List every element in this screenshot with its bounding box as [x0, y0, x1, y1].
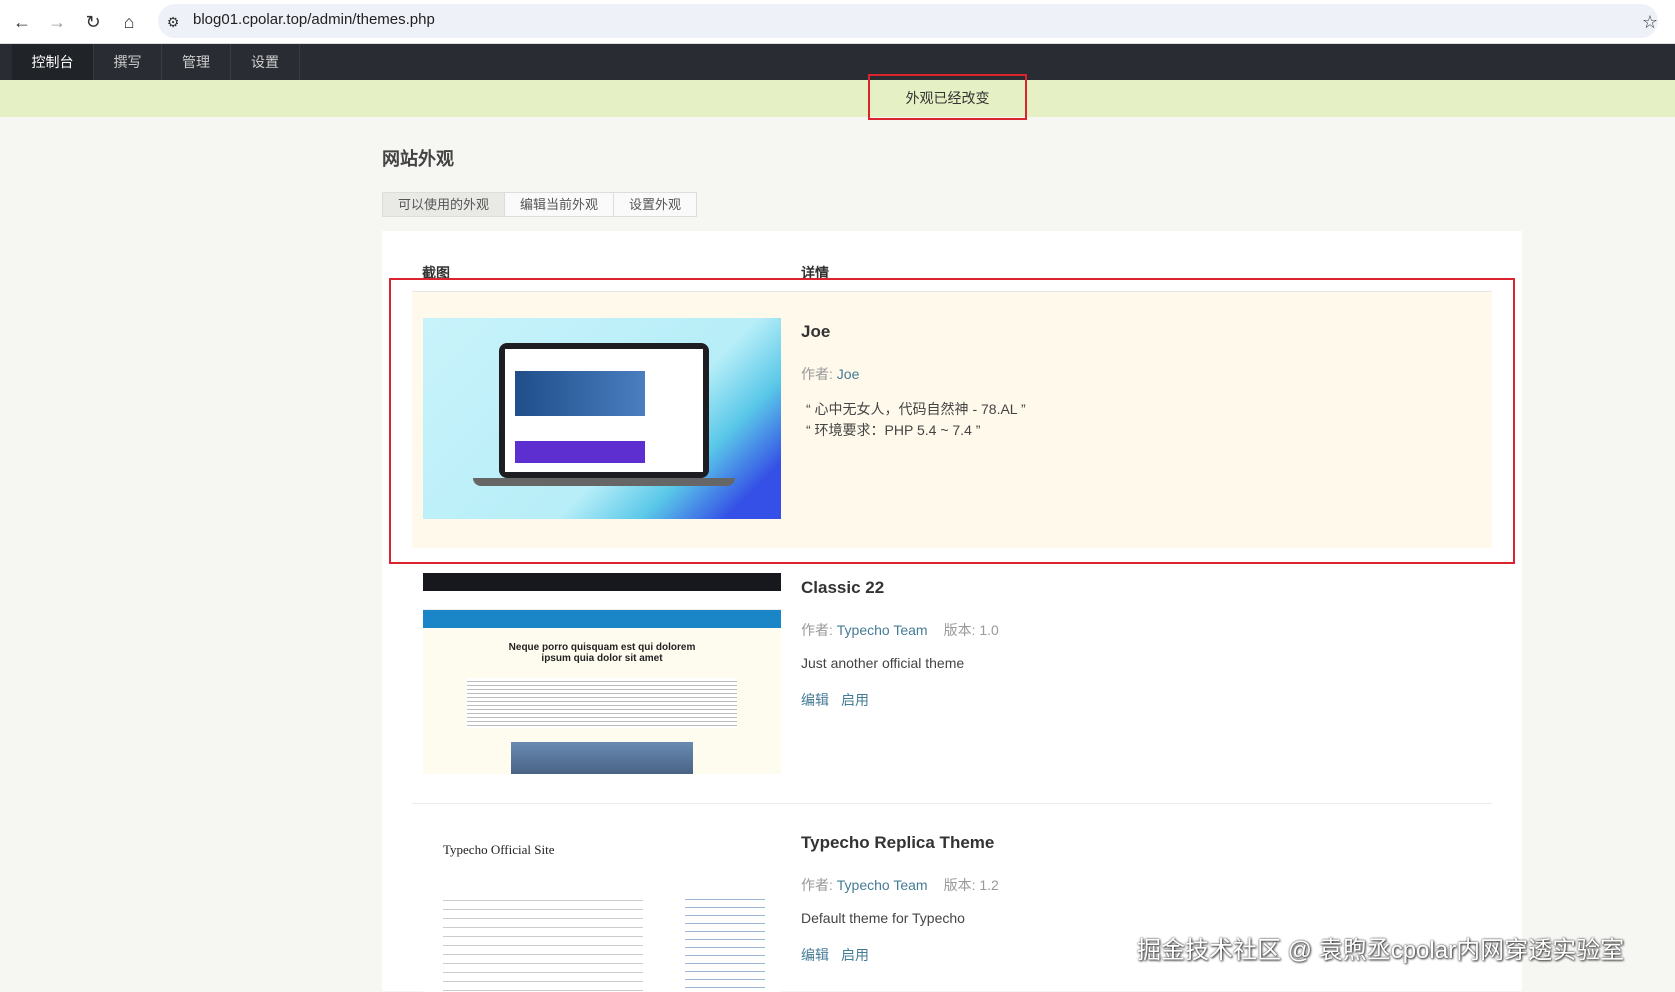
tab-available-themes[interactable]: 可以使用的外观 — [383, 193, 506, 216]
highlight-box — [868, 74, 1027, 120]
home-icon[interactable]: ⌂ — [115, 8, 143, 36]
reload-icon[interactable]: ↻ — [79, 8, 107, 36]
thumb-title: Neque porro quisquam est qui dolorem ips… — [508, 642, 696, 664]
thumb-title: Typecho Official Site — [443, 842, 555, 857]
author-link[interactable]: Typecho Team — [837, 622, 928, 638]
watermark: 掘金技术社区 @ 袁煦丞cpolar内网穿透实验室 — [1137, 937, 1625, 964]
author-label: 作者: — [801, 622, 837, 638]
theme-desc: Default theme for Typecho — [801, 910, 965, 926]
nav-manage[interactable]: 管理 — [162, 44, 231, 80]
nav-settings[interactable]: 设置 — [231, 44, 300, 80]
classic22-thumbnail: Neque porro quisquam est qui dolorem ips… — [423, 573, 781, 774]
theme-name: Typecho Replica Theme — [801, 833, 995, 852]
highlight-box — [389, 278, 1515, 564]
theme-actions: 编辑 启用 — [801, 945, 881, 965]
activate-link[interactable]: 启用 — [841, 947, 869, 963]
star-icon[interactable]: ☆ — [1636, 8, 1664, 36]
browser-toolbar: ← → ↻ ⌂ ⚙ blog01.cpolar.top/admin/themes… — [0, 0, 1675, 44]
theme-name: Classic 22 — [801, 578, 885, 597]
page-title: 网站外观 — [382, 149, 454, 169]
theme-version: 版本: 1.2 — [943, 877, 999, 893]
replica-thumbnail: Typecho Official Site — [423, 822, 781, 992]
activate-link[interactable]: 启用 — [841, 692, 869, 708]
theme-desc: Just another official theme — [801, 655, 965, 671]
edit-link[interactable]: 编辑 — [801, 692, 829, 708]
author-label: 作者: — [801, 877, 837, 893]
edit-link[interactable]: 编辑 — [801, 947, 829, 963]
admin-nav: 控制台 撰写 管理 设置 — [0, 44, 1675, 80]
theme-author: 作者: Typecho Team 版本: 1.2 — [801, 875, 999, 895]
nav-dashboard[interactable]: 控制台 — [12, 44, 94, 80]
author-link[interactable]: Typecho Team — [837, 877, 928, 893]
tab-theme-settings[interactable]: 设置外观 — [614, 193, 697, 216]
notice-bar — [0, 80, 1675, 117]
forward-icon[interactable]: → — [43, 8, 71, 36]
theme-version: 版本: 1.0 — [943, 622, 999, 638]
tabs: 可以使用的外观 编辑当前外观 设置外观 — [382, 192, 698, 217]
url-text[interactable]: blog01.cpolar.top/admin/themes.php — [193, 11, 435, 28]
back-icon[interactable]: ← — [8, 8, 36, 36]
nav-write[interactable]: 撰写 — [94, 44, 162, 80]
theme-actions: 编辑 启用 — [801, 690, 881, 710]
divider — [412, 803, 1492, 804]
tab-edit-current[interactable]: 编辑当前外观 — [505, 193, 615, 216]
theme-author: 作者: Typecho Team 版本: 1.0 — [801, 620, 999, 640]
site-settings-icon[interactable]: ⚙ — [159, 8, 187, 36]
